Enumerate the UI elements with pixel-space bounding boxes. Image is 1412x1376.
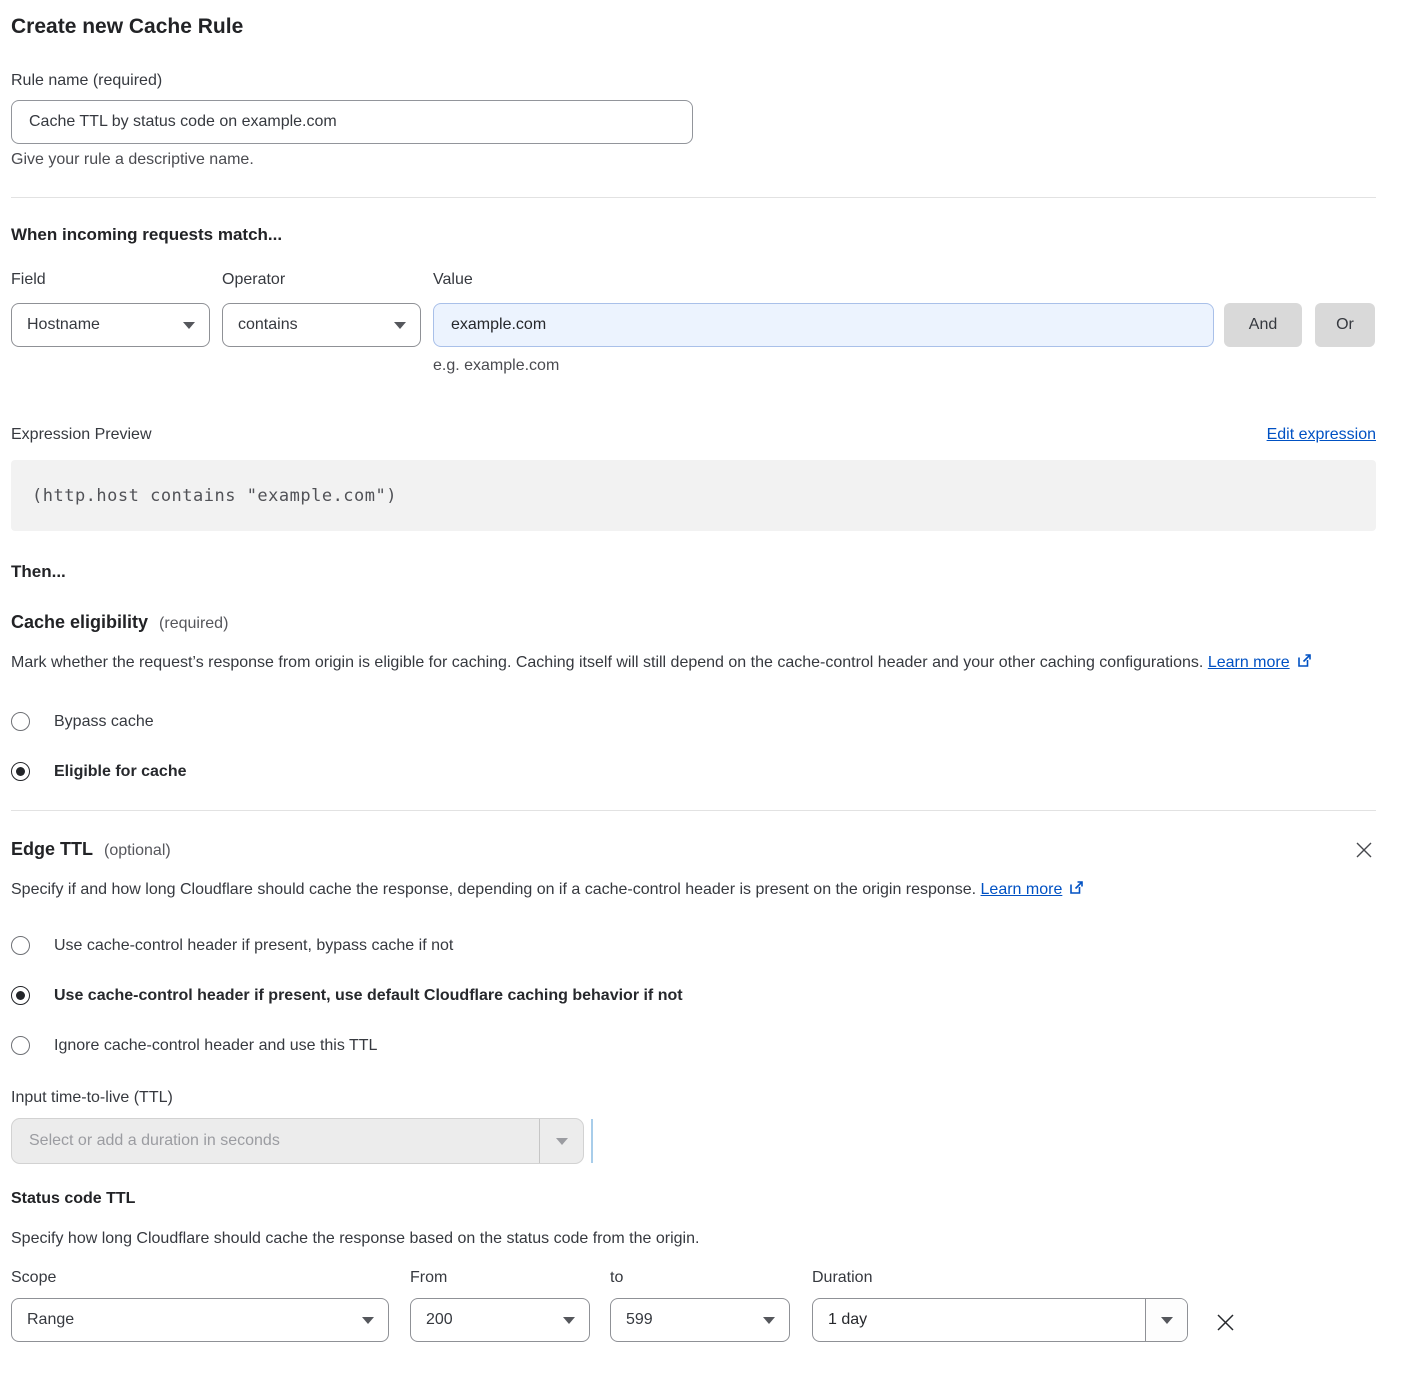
to-select[interactable]: 599 (610, 1298, 790, 1342)
external-link-icon (1068, 878, 1085, 906)
edge-ttl-option-ignore-label[interactable]: Ignore cache-control header and use this… (54, 1037, 377, 1055)
expression-preview-label: Expression Preview (11, 425, 152, 444)
operator-select-value: contains (238, 316, 298, 334)
then-heading: Then... (11, 561, 1376, 582)
create-cache-rule-form: Create new Cache Rule Rule name (require… (0, 0, 1412, 1372)
section-divider (11, 810, 1376, 811)
edge-ttl-description-text: Specify if and how long Cloudflare shoul… (11, 881, 976, 898)
chevron-down-icon (1161, 1317, 1173, 1324)
field-select-value: Hostname (27, 316, 100, 334)
expression-code: (http.host contains "example.com") (32, 486, 397, 506)
value-input[interactable] (433, 303, 1214, 347)
field-select[interactable]: Hostname (11, 303, 210, 347)
scope-select[interactable]: Range (11, 1298, 389, 1342)
duration-select-value: 1 day (813, 1299, 1145, 1341)
rule-name-label: Rule name (required) (11, 71, 1376, 90)
edge-ttl-option-bypass[interactable]: Use cache-control header if present, byp… (11, 936, 1376, 955)
edge-ttl-option-bypass-label[interactable]: Use cache-control header if present, byp… (54, 937, 453, 955)
chevron-down-icon (563, 1317, 575, 1324)
edge-ttl-description: Specify if and how long Cloudflare shoul… (11, 876, 1116, 906)
edge-ttl-heading: Edge TTL (11, 838, 93, 860)
or-button[interactable]: Or (1315, 303, 1375, 347)
rule-name-input[interactable] (11, 100, 693, 144)
duration-dropdown-button[interactable] (1145, 1299, 1187, 1341)
match-heading: When incoming requests match... (11, 224, 1376, 245)
to-select-value: 599 (626, 1311, 653, 1329)
operator-select[interactable]: contains (222, 303, 421, 347)
eligible-for-cache-label[interactable]: Eligible for cache (54, 763, 186, 781)
external-link-icon (1296, 651, 1313, 679)
edge-ttl-option-ignore[interactable]: Ignore cache-control header and use this… (11, 1036, 1376, 1055)
required-tag: (required) (159, 615, 228, 633)
duration-select[interactable]: 1 day (812, 1298, 1188, 1342)
status-code-ttl-row: Scope Range From 200 to 599 (11, 1268, 1376, 1342)
ttl-duration-placeholder: Select or add a duration in seconds (12, 1119, 539, 1163)
chevron-down-icon (556, 1138, 568, 1145)
operator-label: Operator (222, 270, 421, 289)
rule-name-helper: Give your rule a descriptive name. (11, 150, 1376, 169)
value-label: Value (433, 270, 1214, 289)
ttl-duration-select[interactable]: Select or add a duration in seconds (11, 1118, 584, 1164)
section-divider (11, 197, 1376, 198)
radio-unselected-icon[interactable] (11, 712, 30, 731)
cache-eligibility-description-text: Mark whether the request’s response from… (11, 654, 1203, 671)
radio-unselected-icon[interactable] (11, 936, 30, 955)
scope-select-value: Range (27, 1311, 74, 1329)
edit-expression-link[interactable]: Edit expression (1267, 426, 1376, 444)
radio-unselected-icon[interactable] (11, 1036, 30, 1055)
page-title: Create new Cache Rule (11, 14, 1376, 40)
duration-label: Duration (812, 1268, 1188, 1287)
chevron-down-icon (362, 1317, 374, 1324)
bypass-cache-option[interactable]: Bypass cache (11, 712, 1376, 731)
expression-code-block: (http.host contains "example.com") (11, 460, 1376, 531)
ttl-input-label: Input time-to-live (TTL) (11, 1088, 1376, 1107)
cache-eligibility-description: Mark whether the request’s response from… (11, 649, 1356, 679)
chevron-down-icon (763, 1317, 775, 1324)
status-code-ttl-heading: Status code TTL (11, 1190, 1376, 1208)
field-label: Field (11, 270, 210, 289)
match-condition-row: Field Hostname Operator contains Value e… (11, 270, 1376, 375)
optional-tag: (optional) (104, 842, 171, 860)
and-button[interactable]: And (1224, 303, 1302, 347)
edge-ttl-option-default-label[interactable]: Use cache-control header if present, use… (54, 987, 683, 1005)
chevron-down-icon (183, 322, 195, 329)
delete-status-ttl-button[interactable] (1212, 1309, 1239, 1336)
close-icon (1214, 1322, 1237, 1337)
status-code-ttl-description: Specify how long Cloudflare should cache… (11, 1229, 1376, 1248)
cache-eligibility-learn-more-link[interactable]: Learn more (1208, 654, 1290, 671)
edge-ttl-option-default[interactable]: Use cache-control header if present, use… (11, 986, 1376, 1005)
value-helper: e.g. example.com (433, 356, 1214, 375)
from-select[interactable]: 200 (410, 1298, 590, 1342)
edge-ttl-close-button[interactable] (1352, 838, 1376, 862)
radio-selected-icon[interactable] (11, 986, 30, 1005)
to-label: to (610, 1268, 790, 1287)
scope-label: Scope (11, 1268, 389, 1287)
from-label: From (410, 1268, 590, 1287)
cache-eligibility-heading: Cache eligibility (11, 611, 148, 633)
text-cursor (591, 1119, 593, 1163)
radio-selected-icon[interactable] (11, 762, 30, 781)
chevron-down-icon (394, 322, 406, 329)
eligible-for-cache-option[interactable]: Eligible for cache (11, 762, 1376, 781)
edge-ttl-learn-more-link[interactable]: Learn more (981, 881, 1063, 898)
from-select-value: 200 (426, 1311, 453, 1329)
ttl-duration-dropdown-button[interactable] (539, 1119, 583, 1163)
bypass-cache-label[interactable]: Bypass cache (54, 713, 154, 731)
close-icon (1354, 848, 1374, 863)
